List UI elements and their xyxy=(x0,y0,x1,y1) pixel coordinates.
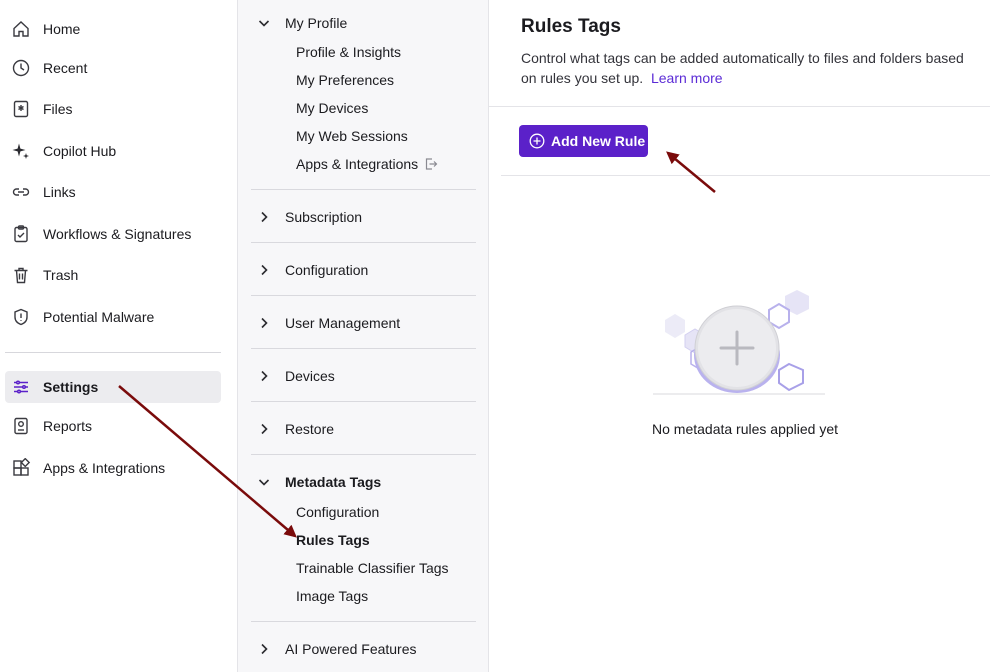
section-user-management[interactable]: User Management xyxy=(251,308,476,338)
link-image-tags[interactable]: Image Tags xyxy=(296,585,368,607)
nav-item-settings[interactable]: Settings xyxy=(5,371,221,403)
section-divider xyxy=(251,454,476,455)
nav-item-trash[interactable]: Trash xyxy=(5,259,221,291)
empty-state-text: No metadata rules applied yet xyxy=(652,421,838,437)
header-divider xyxy=(489,106,990,107)
section-divider xyxy=(251,348,476,349)
section-label: My Profile xyxy=(285,15,348,31)
page-title: Rules Tags xyxy=(521,16,621,37)
section-label: Subscription xyxy=(285,209,363,225)
nav-item-label: Copilot Hub xyxy=(43,143,117,159)
shield-alert-icon xyxy=(11,307,31,327)
section-metadata-tags[interactable]: Metadata Tags xyxy=(251,467,476,497)
chevron-right-icon xyxy=(257,316,271,330)
nav-item-potential-malware[interactable]: Potential Malware xyxy=(5,301,221,333)
section-ai-powered-features[interactable]: AI Powered Features xyxy=(251,634,476,664)
nav-item-recent[interactable]: Recent xyxy=(5,52,221,84)
external-link-icon xyxy=(424,157,438,171)
link-apps-integrations[interactable]: Apps & Integrations xyxy=(296,153,438,175)
chevron-down-icon xyxy=(257,475,271,489)
section-label: Restore xyxy=(285,421,335,437)
section-my-profile[interactable]: My Profile xyxy=(251,8,476,38)
link-metadata-configuration[interactable]: Configuration xyxy=(296,501,379,523)
chevron-right-icon xyxy=(257,369,271,383)
link-trainable-classifier-tags[interactable]: Trainable Classifier Tags xyxy=(296,557,449,579)
nav-item-label: Home xyxy=(43,21,81,37)
nav-item-label: Apps & Integrations xyxy=(43,460,166,476)
trash-icon xyxy=(11,265,31,285)
nav-item-label: Potential Malware xyxy=(43,309,155,325)
link-my-devices[interactable]: My Devices xyxy=(296,97,368,119)
nav-item-home[interactable]: Home xyxy=(5,13,221,45)
link-label: Apps & Integrations xyxy=(296,156,419,172)
section-label: Metadata Tags xyxy=(285,474,382,490)
nav-item-files[interactable]: Files xyxy=(5,93,221,125)
section-divider xyxy=(251,621,476,622)
link-my-preferences[interactable]: My Preferences xyxy=(296,69,394,91)
nav-item-label: Workflows & Signatures xyxy=(43,226,192,242)
report-icon xyxy=(11,416,31,436)
section-divider xyxy=(251,401,476,402)
page-description: Control what tags can be added automatic… xyxy=(521,48,971,88)
link-my-web-sessions[interactable]: My Web Sessions xyxy=(296,125,408,147)
nav-item-label: Links xyxy=(43,184,76,200)
description-text: Control what tags can be added automatic… xyxy=(521,50,964,86)
nav-item-copilot-hub[interactable]: Copilot Hub xyxy=(5,135,221,167)
nav-item-workflows[interactable]: Workflows & Signatures xyxy=(5,218,221,250)
learn-more-link[interactable]: Learn more xyxy=(651,70,723,86)
section-label: Configuration xyxy=(285,262,369,278)
chevron-right-icon xyxy=(257,210,271,224)
files-icon xyxy=(11,99,31,119)
nav-item-label: Trash xyxy=(43,267,79,283)
chevron-down-icon xyxy=(257,16,271,30)
toolbar-divider xyxy=(501,175,990,176)
nav-item-label: Reports xyxy=(43,418,93,434)
clock-icon xyxy=(11,58,31,78)
nav-item-reports[interactable]: Reports xyxy=(5,410,221,442)
nav-item-links[interactable]: Links xyxy=(5,176,221,208)
section-configuration[interactable]: Configuration xyxy=(251,255,476,285)
nav-divider xyxy=(5,352,221,353)
sliders-icon xyxy=(11,377,31,397)
link-profile-insights[interactable]: Profile & Insights xyxy=(296,41,401,63)
section-label: Devices xyxy=(285,368,335,384)
add-new-rule-label: Add New Rule xyxy=(551,133,646,149)
sparkle-icon xyxy=(11,141,31,161)
chevron-right-icon xyxy=(257,422,271,436)
add-new-rule-button[interactable]: Add New Rule xyxy=(519,125,648,157)
section-label: AI Powered Features xyxy=(285,641,417,657)
nav-item-apps-integrations[interactable]: Apps & Integrations xyxy=(5,452,221,484)
plus-circle-icon xyxy=(529,133,545,149)
settings-panel: My Profile Profile & Insights My Prefere… xyxy=(237,0,489,672)
chevron-right-icon xyxy=(257,263,271,277)
section-subscription[interactable]: Subscription xyxy=(251,202,476,232)
link-icon xyxy=(11,182,31,202)
apps-icon xyxy=(11,458,31,478)
section-divider xyxy=(251,242,476,243)
section-restore[interactable]: Restore xyxy=(251,414,476,444)
section-divider xyxy=(251,189,476,190)
section-label: User Management xyxy=(285,315,401,331)
main-content: Rules Tags Control what tags can be adde… xyxy=(489,0,990,672)
nav-item-label: Recent xyxy=(43,60,88,76)
nav-item-label: Files xyxy=(43,101,73,117)
link-rules-tags[interactable]: Rules Tags xyxy=(296,529,370,551)
section-divider xyxy=(251,295,476,296)
main-nav: Home Recent Files Copilot Hub Links Work… xyxy=(0,0,237,672)
home-icon xyxy=(11,19,31,39)
empty-state-illustration xyxy=(649,282,839,402)
section-devices[interactable]: Devices xyxy=(251,361,476,391)
clipboard-check-icon xyxy=(11,224,31,244)
nav-item-label: Settings xyxy=(43,379,99,395)
chevron-right-icon xyxy=(257,642,271,656)
